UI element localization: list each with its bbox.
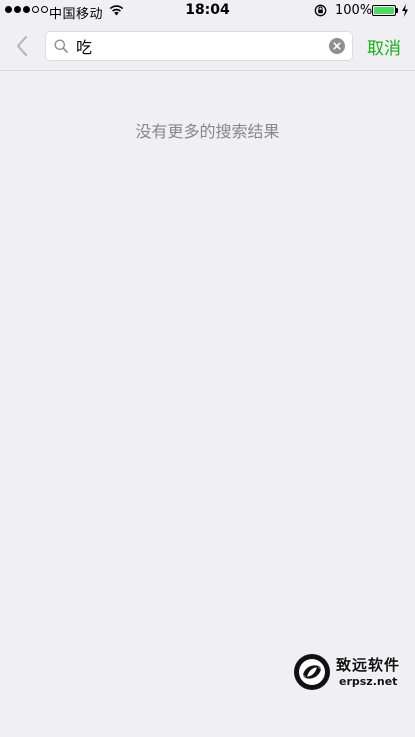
orientation-lock-icon bbox=[314, 4, 327, 17]
cancel-button[interactable]: 取消 bbox=[367, 34, 401, 59]
search-box[interactable] bbox=[45, 31, 353, 61]
watermark-url: erpsz.net bbox=[339, 675, 398, 688]
watermark-brand: 致远软件 bbox=[336, 656, 401, 674]
battery-percent: 100% bbox=[335, 3, 373, 18]
search-icon bbox=[54, 39, 68, 53]
battery-icon bbox=[372, 5, 396, 16]
search-header: 取消 bbox=[0, 22, 415, 71]
watermark: 致远软件 erpsz.net bbox=[290, 650, 410, 694]
search-input[interactable] bbox=[76, 35, 316, 57]
empty-results-message: 没有更多的搜索结果 bbox=[135, 122, 280, 141]
clear-icon[interactable] bbox=[329, 38, 345, 54]
status-bar: 中国移动 18:04 100% bbox=[0, 0, 415, 22]
brand-logo-icon bbox=[294, 654, 330, 690]
chevron-left-icon[interactable] bbox=[13, 34, 31, 58]
charging-icon bbox=[402, 4, 408, 17]
